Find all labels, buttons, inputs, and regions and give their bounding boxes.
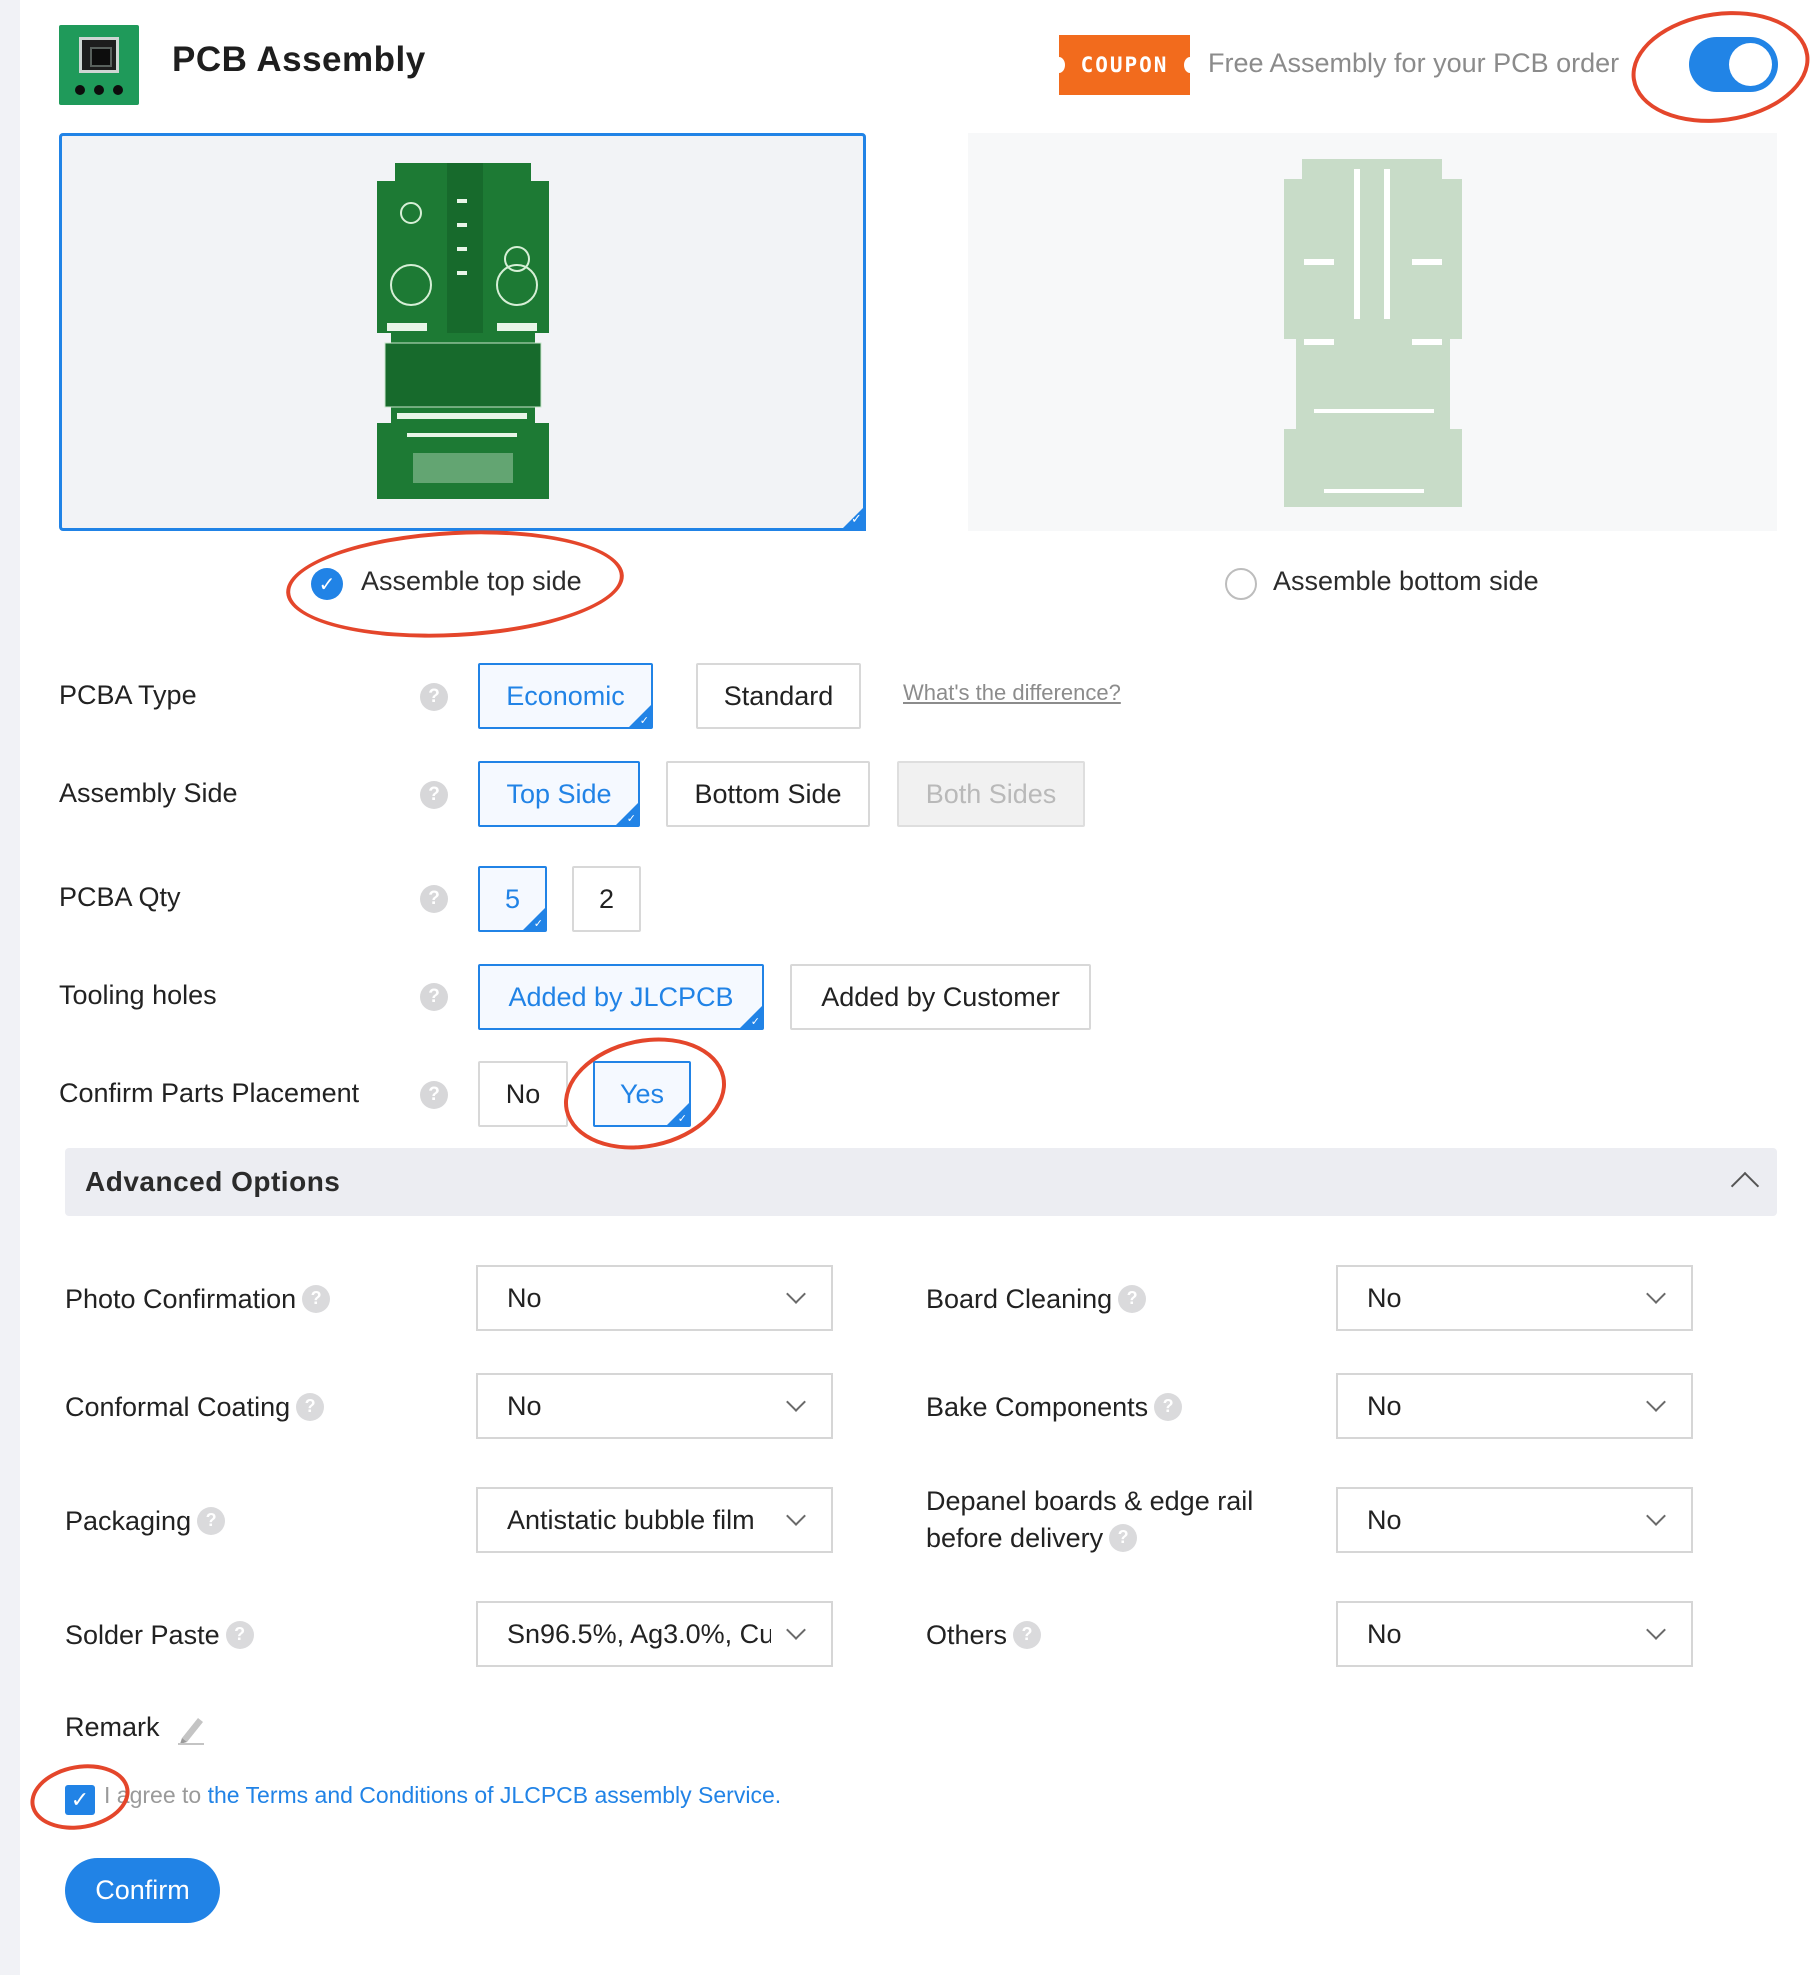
toggle-knob <box>1729 43 1772 86</box>
others-select[interactable]: No <box>1336 1601 1693 1667</box>
depanel-label: Depanel boards & edge rail before delive… <box>926 1486 1254 1553</box>
conformal-coating-help-icon[interactable]: ? <box>296 1392 325 1421</box>
confirm-parts-no-option[interactable]: No <box>478 1061 568 1127</box>
advanced-options-header[interactable]: Advanced Options <box>65 1148 1777 1216</box>
photo-confirmation-label: Photo Confirmation? <box>65 1281 331 1318</box>
assemble-top-radio[interactable]: ✓ <box>311 568 343 600</box>
advanced-options-title: Advanced Options <box>85 1166 341 1197</box>
chevron-down-icon <box>1646 1392 1666 1412</box>
depanel-help-icon[interactable]: ? <box>1109 1523 1138 1552</box>
pcba-type-label: PCBA Type <box>59 680 197 710</box>
board-cleaning-help-icon[interactable]: ? <box>1118 1284 1147 1313</box>
assembly-side-both-option: Both Sides <box>897 761 1085 827</box>
confirm-parts-placement-label: Confirm Parts Placement <box>59 1078 360 1108</box>
conformal-coating-label: Conformal Coating? <box>65 1389 325 1426</box>
whats-the-difference-link[interactable]: What's the difference? <box>903 680 1121 706</box>
pcba-qty-label: PCBA Qty <box>59 882 181 912</box>
confirm-button[interactable]: Confirm <box>65 1858 220 1923</box>
tooling-holes-label: Tooling holes <box>59 980 217 1010</box>
coupon-badge: COUPON <box>1053 35 1196 95</box>
pcba-type-economic-option[interactable]: Economic <box>478 663 653 729</box>
bake-components-label: Bake Components? <box>926 1389 1183 1426</box>
top-side-preview-card[interactable]: ✓ <box>59 133 866 531</box>
tooling-holes-customer-option[interactable]: Added by Customer <box>790 964 1091 1030</box>
agree-terms-text: I agree to the Terms and Conditions of J… <box>104 1782 782 1808</box>
pcb-assembly-logo-icon <box>59 25 139 105</box>
bottom-side-preview-card[interactable] <box>968 133 1777 531</box>
others-label: Others? <box>926 1617 1042 1654</box>
pcba-type-help-icon[interactable]: ? <box>420 683 448 711</box>
tooling-holes-jlcpcb-option[interactable]: Added by JLCPCB <box>478 964 764 1030</box>
chevron-up-icon[interactable] <box>1730 1171 1760 1201</box>
chevron-down-icon <box>786 1620 806 1640</box>
pcba-qty-help-icon[interactable]: ? <box>420 885 448 913</box>
pcba-qty-2-option[interactable]: 2 <box>572 866 641 932</box>
agree-terms-checkbox[interactable]: ✓ <box>65 1785 95 1815</box>
photo-confirmation-select[interactable]: No <box>476 1265 833 1331</box>
packaging-label: Packaging? <box>65 1503 226 1540</box>
pencil-icon[interactable] <box>176 1712 206 1746</box>
pcba-qty-5-option[interactable]: 5 <box>478 866 547 932</box>
solder-paste-help-icon[interactable]: ? <box>225 1620 254 1649</box>
terms-and-conditions-link[interactable]: the Terms and Conditions of JLCPCB assem… <box>208 1782 782 1808</box>
pcb-top-image <box>377 163 549 499</box>
chevron-down-icon <box>786 1284 806 1304</box>
solder-paste-select[interactable]: Sn96.5%, Ag3.0%, Cu0.5% <box>476 1601 833 1667</box>
assemble-bottom-label: Assemble bottom side <box>1273 566 1539 596</box>
tooling-holes-help-icon[interactable]: ? <box>420 983 448 1011</box>
confirm-parts-yes-option[interactable]: Yes <box>593 1061 691 1127</box>
bake-components-select[interactable]: No <box>1336 1373 1693 1439</box>
depanel-select[interactable]: No <box>1336 1487 1693 1553</box>
page-title: PCB Assembly <box>172 40 426 79</box>
packaging-select[interactable]: Antistatic bubble film <box>476 1487 833 1553</box>
assembly-side-top-option[interactable]: Top Side <box>478 761 640 827</box>
solder-paste-label: Solder Paste? <box>65 1617 254 1654</box>
pcb-assembly-toggle[interactable] <box>1689 37 1778 92</box>
selected-corner-check-icon: ✓ <box>840 505 866 531</box>
chevron-down-icon <box>786 1506 806 1526</box>
assembly-side-bottom-option[interactable]: Bottom Side <box>666 761 870 827</box>
chevron-down-icon <box>1646 1506 1666 1526</box>
photo-confirmation-help-icon[interactable]: ? <box>302 1284 331 1313</box>
assemble-bottom-radio[interactable] <box>1225 568 1257 600</box>
chevron-down-icon <box>1646 1284 1666 1304</box>
others-help-icon[interactable]: ? <box>1013 1620 1042 1649</box>
bake-components-help-icon[interactable]: ? <box>1154 1392 1183 1421</box>
assemble-top-label: Assemble top side <box>361 566 582 596</box>
conformal-coating-select[interactable]: No <box>476 1373 833 1439</box>
board-cleaning-label: Board Cleaning? <box>926 1281 1147 1318</box>
assembly-side-help-icon[interactable]: ? <box>420 781 448 809</box>
free-assembly-text: Free Assembly for your PCB order <box>1208 48 1620 78</box>
remark-label: Remark <box>65 1712 160 1742</box>
packaging-help-icon[interactable]: ? <box>197 1506 226 1535</box>
pcba-type-standard-option[interactable]: Standard <box>696 663 861 729</box>
assembly-side-label: Assembly Side <box>59 778 238 808</box>
chevron-down-icon <box>786 1392 806 1412</box>
left-gutter <box>0 0 20 1975</box>
board-cleaning-select[interactable]: No <box>1336 1265 1693 1331</box>
chevron-down-icon <box>1646 1620 1666 1640</box>
pcb-bottom-image <box>1284 159 1462 507</box>
confirm-parts-help-icon[interactable]: ? <box>420 1081 448 1109</box>
